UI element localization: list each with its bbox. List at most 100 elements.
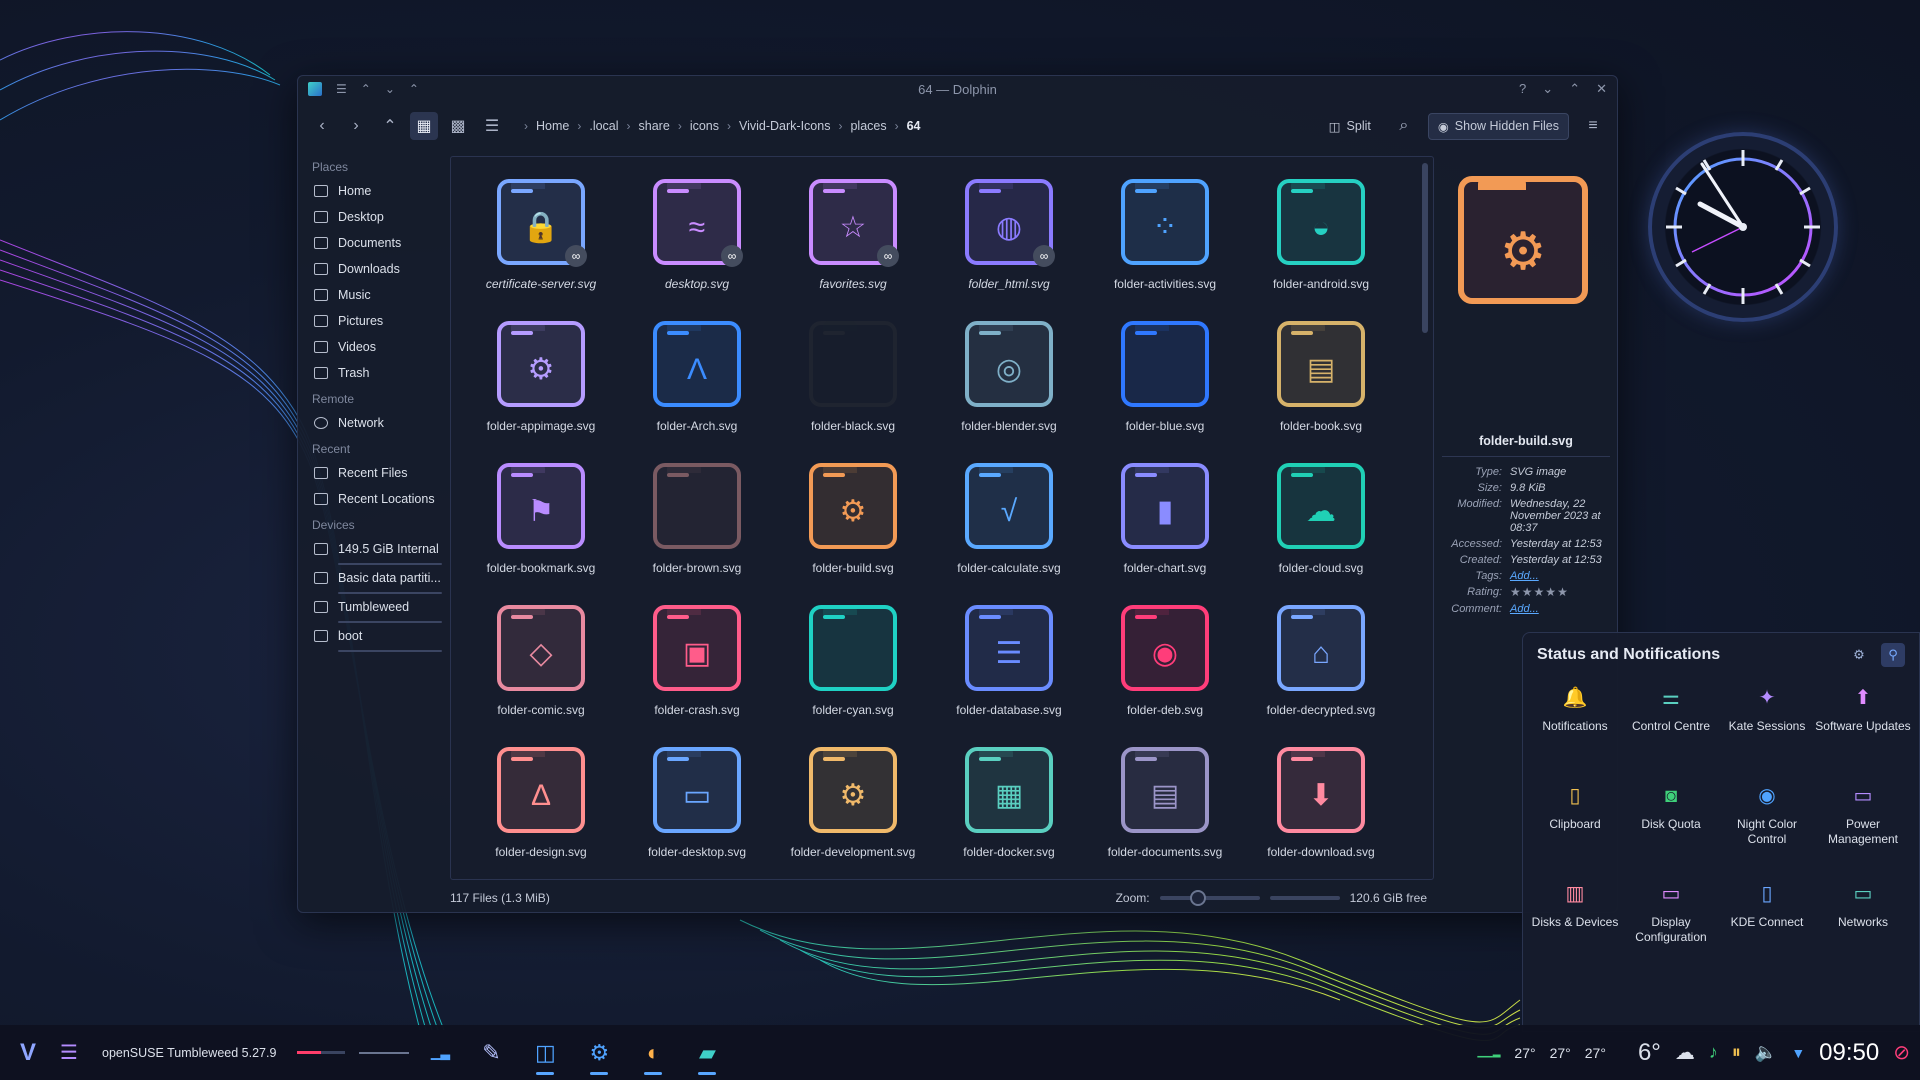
breadcrumb-local[interactable]: .local [589,119,618,133]
file-item[interactable]: ☁ folder-cloud.svg [1243,459,1399,591]
maximize-button[interactable]: ⌃ [1569,81,1580,97]
menu-icon[interactable]: ☰ [336,82,347,96]
file-item[interactable]: ▮ folder-chart.svg [1087,459,1243,591]
file-item[interactable]: √ folder-calculate.svg [931,459,1087,591]
tray-item[interactable]: ▯ Clipboard [1527,783,1623,867]
file-item[interactable]: ⚙ folder-appimage.svg [463,317,619,449]
sidebar-item-recent[interactable]: Recent Files [304,460,442,486]
task-switcher-icon[interactable]: ☰ [54,1033,84,1073]
sidebar-item-places[interactable]: Trash [304,360,442,386]
file-item[interactable]: ☰ folder-database.svg [931,601,1087,733]
file-item[interactable]: 🔒 ∞ certificate-server.svg [463,175,619,307]
firefox-app-icon[interactable]: ◐ [630,1033,676,1075]
file-item[interactable]: Δfolder-design.svg [463,743,619,875]
file-item[interactable]: Λfolder-Arch.svg [619,317,775,449]
file-view[interactable]: 🔒 ∞ certificate-server.svg ≈ ∞ desktop.svg ☆ ∞ f… [450,156,1434,880]
show-hidden-files-button[interactable]: ◉ Show Hidden Files [1427,112,1569,140]
sidebar-item-devices[interactable]: 149.5 GiB Internal ... [304,536,442,562]
star-icon[interactable]: ★ [1545,585,1557,599]
sidebar-item-places[interactable]: Home [304,178,442,204]
zoom-slider[interactable] [1159,890,1260,906]
file-item[interactable]: folder-blue.svg [1087,317,1243,449]
keep-below-icon[interactable]: ⌄ [385,82,395,96]
tray-item[interactable]: 🔔 Notifications [1527,685,1623,769]
pin-button[interactable]: ⚲ [1881,643,1905,667]
add-comment-link[interactable]: Add... [1510,603,1614,615]
krita-app-icon[interactable]: ✎ [468,1033,514,1073]
icons-view-button[interactable]: ▦ [410,112,438,140]
file-item[interactable]: ⁘ folder-activities.svg [1087,175,1243,307]
rating-stars[interactable]: ★★★★★ [1510,586,1614,599]
breadcrumb-places[interactable]: places [850,119,886,133]
file-item[interactable]: ◎ folder-blender.svg [931,317,1087,449]
file-item[interactable]: ▤ folder-book.svg [1243,317,1399,449]
weather-temp[interactable]: 6° [1638,1039,1661,1067]
sidebar-item-places[interactable]: Desktop [304,204,442,230]
digital-clock[interactable]: 09:50 [1819,1039,1879,1067]
details-view-button[interactable]: ☰ [478,112,506,140]
breadcrumb-current[interactable]: 64 [907,119,921,133]
tray-item[interactable]: ▭ Display Configuration [1623,881,1719,965]
help-button[interactable]: ? [1519,81,1526,97]
file-item[interactable]: ⚙ folder-development.svg [775,743,931,875]
add-tag-link[interactable]: Add... [1510,570,1614,582]
tray-expander-icon[interactable]: ▼ [1791,1045,1805,1061]
breadcrumb-icons[interactable]: icons [690,119,719,133]
tray-item[interactable]: ▭ Networks [1815,881,1911,965]
file-item[interactable]: folder-black.svg [775,317,931,449]
shade-icon[interactable]: ⌃ [409,82,419,96]
zoom-slider-handle[interactable] [1189,890,1206,906]
tray-item[interactable]: ⚌ Control Centre [1623,685,1719,769]
compact-view-button[interactable]: ▩ [444,112,472,140]
file-item[interactable]: ▤ folder-documents.svg [1087,743,1243,875]
dolphin-app-icon-taskbar[interactable]: ▰ [684,1033,730,1075]
file-item[interactable]: ◇ folder-comic.svg [463,601,619,733]
cloud-icon[interactable]: ☁ [1675,1040,1695,1065]
discover-app-icon[interactable]: ◫ [522,1033,568,1075]
tray-item[interactable]: ◙ Disk Quota [1623,783,1719,867]
scrollbar[interactable] [1422,163,1428,333]
sidebar-item-places[interactable]: Pictures [304,308,442,334]
tray-item[interactable]: ▥ Disks & Devices [1527,881,1623,965]
tray-item[interactable]: ✦ Kate Sessions [1719,685,1815,769]
sidebar-item-devices[interactable]: Basic data partiti... [304,565,442,591]
file-item[interactable]: ◒ folder-android.svg [1243,175,1399,307]
star-icon[interactable]: ★ [1510,585,1522,599]
search-button[interactable]: ⌕ [1390,112,1418,140]
sidebar-item-recent[interactable]: Recent Locations [304,486,442,512]
file-item[interactable]: ☆ ∞ favorites.svg [775,175,931,307]
file-item[interactable]: ▦ folder-docker.svg [931,743,1087,875]
tray-item[interactable]: ◉ Night Color Control [1719,783,1815,867]
back-button[interactable]: ‹ [308,112,336,140]
split-button[interactable]: ◫ Split [1320,114,1380,139]
tray-item[interactable]: ⬆ Software Updates [1815,685,1911,769]
star-icon[interactable]: ★ [1522,585,1534,599]
keep-above-icon[interactable]: ⌃ [361,82,371,96]
sidebar-item-places[interactable]: Downloads [304,256,442,282]
dolphin-app-icon[interactable] [308,82,322,96]
file-item[interactable]: folder-brown.svg [619,459,775,591]
forward-button[interactable]: › [342,112,370,140]
file-item[interactable]: ⚑ folder-bookmark.svg [463,459,619,591]
star-icon[interactable]: ★ [1557,585,1569,599]
sidebar-item-remote[interactable]: Network [304,410,442,436]
file-item[interactable]: ⚙ folder-build.svg [775,459,931,591]
logout-icon[interactable]: ⊘ [1893,1040,1910,1065]
sidebar-item-places[interactable]: Music [304,282,442,308]
pause-icon[interactable]: ⏸ [1732,1042,1741,1063]
sidebar-item-places[interactable]: Videos [304,334,442,360]
configure-button[interactable]: ⚙ [1847,643,1871,667]
tray-item[interactable]: ▭ Power Management [1815,783,1911,867]
file-item[interactable]: ⌂ folder-decrypted.svg [1243,601,1399,733]
hamburger-menu-button[interactable]: ≡ [1579,112,1607,140]
file-item[interactable]: ▭ folder-desktop.svg [619,743,775,875]
star-icon[interactable]: ★ [1534,585,1546,599]
music-icon[interactable]: ♪ [1709,1042,1718,1063]
breadcrumb-theme[interactable]: Vivid-Dark-Icons [739,119,830,133]
close-button[interactable]: ✕ [1596,81,1607,97]
file-item[interactable]: ◉ folder-deb.svg [1087,601,1243,733]
file-item[interactable]: ◍ ∞ folder_html.svg [931,175,1087,307]
sidebar-item-devices[interactable]: Tumbleweed [304,594,442,620]
minimize-button[interactable]: ⌄ [1542,81,1553,97]
file-item[interactable]: ≈ ∞ desktop.svg [619,175,775,307]
